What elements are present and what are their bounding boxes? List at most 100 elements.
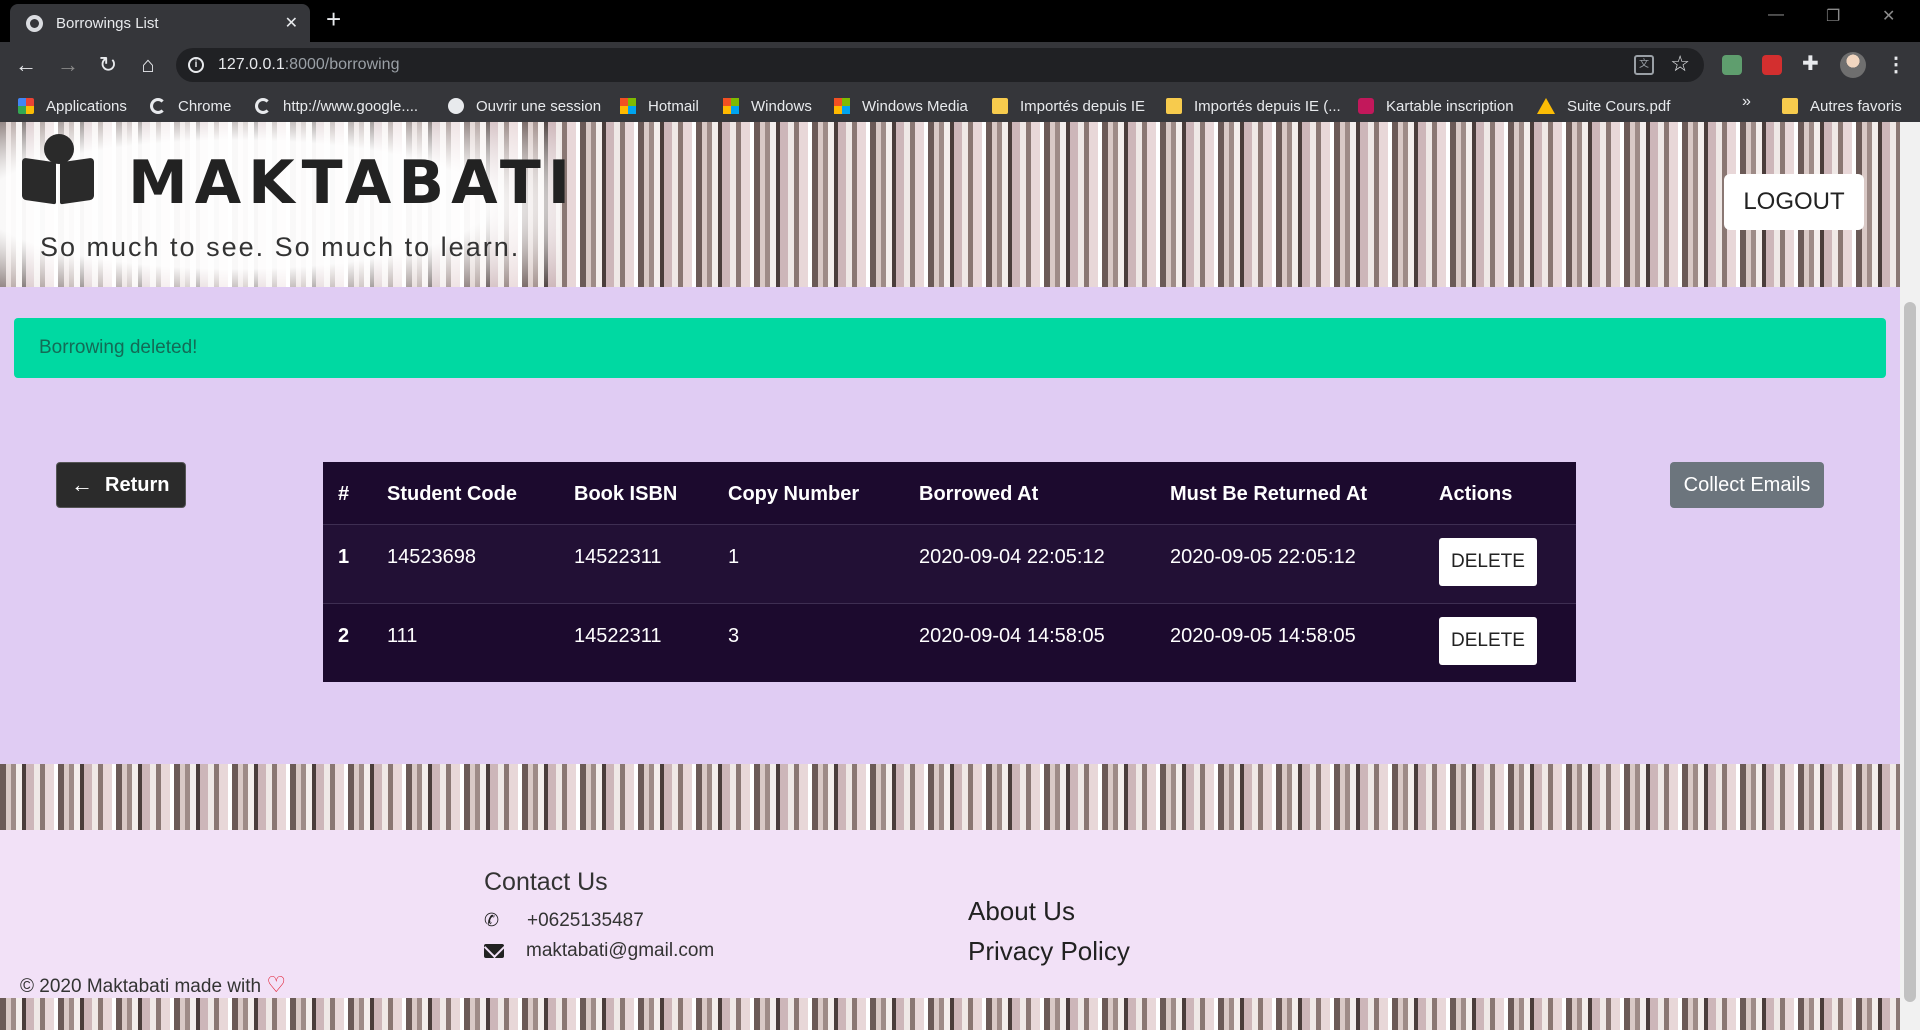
scrollbar-thumb[interactable] xyxy=(1904,302,1916,1002)
bookmark-windows[interactable]: Windows xyxy=(723,96,812,116)
bookmark-folder-ie-2[interactable]: Importés depuis IE (... xyxy=(1166,96,1341,116)
close-icon[interactable]: ✕ xyxy=(285,13,298,33)
bookmark-label: Windows Media xyxy=(862,97,968,115)
bookmark-label: Applications xyxy=(46,97,127,115)
mail-extension-icon[interactable] xyxy=(1722,55,1742,75)
profile-avatar[interactable] xyxy=(1840,52,1866,78)
table-row: 2 111 14522311 3 2020-09-04 14:58:05 202… xyxy=(323,604,1576,682)
more-menu-icon[interactable]: ⋮ xyxy=(1886,52,1906,77)
return-label: Return xyxy=(105,473,170,496)
bookmark-label: Importés depuis IE (... xyxy=(1194,97,1341,115)
translate-icon[interactable]: 文 xyxy=(1634,55,1654,75)
column-header: Borrowed At xyxy=(919,483,1039,505)
globe-icon xyxy=(26,15,43,32)
tab-title: Borrowings List xyxy=(56,15,159,32)
delete-button[interactable]: DELETE xyxy=(1439,538,1537,586)
bookmark-applications[interactable]: Applications xyxy=(18,96,127,116)
brand-name: MAKTABATI xyxy=(128,148,578,218)
tab-strip: Borrowings List ✕ + — ❐ ✕ xyxy=(0,0,1920,42)
isbn-cell: 14522311 xyxy=(574,625,662,647)
logo-book-right xyxy=(60,157,94,205)
bookmark-google[interactable]: http://www.google.... xyxy=(255,96,418,116)
column-header: Book ISBN xyxy=(574,483,678,505)
bookmark-label: http://www.google.... xyxy=(283,97,419,115)
delete-button[interactable]: DELETE xyxy=(1439,617,1537,665)
back-icon[interactable]: ← xyxy=(12,51,40,79)
bookmark-windows-media[interactable]: Windows Media xyxy=(834,96,968,116)
google-icon xyxy=(150,98,166,114)
row-index: 2 xyxy=(338,625,350,647)
bookmark-label: Autres favoris xyxy=(1810,97,1902,115)
isbn-cell: 14522311 xyxy=(574,546,662,568)
copyright-text: © 2020 Maktabati made with xyxy=(20,976,262,997)
folder-icon xyxy=(1782,98,1798,114)
logo-book-left xyxy=(22,157,56,205)
copy-number-cell: 1 xyxy=(728,546,740,568)
bookmark-label: Windows xyxy=(751,97,812,115)
vertical-scrollbar[interactable] xyxy=(1900,122,1920,1030)
return-button[interactable]: ← Return xyxy=(56,462,186,508)
borrowed-at-cell: 2020-09-04 22:05:12 xyxy=(919,546,1105,568)
reader-logo-icon xyxy=(22,134,96,205)
bookmark-label: Hotmail xyxy=(648,97,699,115)
borrowed-at-cell: 2020-09-04 14:58:05 xyxy=(919,625,1105,647)
student-code-cell: 111 xyxy=(387,625,418,647)
bookmark-session[interactable]: Ouvrir une session xyxy=(448,96,601,116)
folder-icon xyxy=(1166,98,1182,114)
envelope-icon xyxy=(484,944,504,958)
phone-number: +0625135487 xyxy=(527,910,644,931)
reload-icon[interactable]: ↻ xyxy=(94,51,122,79)
drive-icon xyxy=(1537,98,1555,114)
bookmark-label: Kartable inscription xyxy=(1386,97,1514,115)
new-tab-icon[interactable]: + xyxy=(326,6,341,32)
bookmark-other-favorites[interactable]: Autres favoris xyxy=(1782,96,1902,116)
minimize-icon[interactable]: — xyxy=(1768,6,1784,24)
bookmark-chrome[interactable]: Chrome xyxy=(150,96,231,116)
logout-button[interactable]: LOGOUT xyxy=(1724,174,1864,230)
extensions-puzzle-icon[interactable]: ✚ xyxy=(1802,51,1822,75)
bottom-banner xyxy=(0,998,1900,1030)
folder-icon xyxy=(992,98,1008,114)
windows-icon xyxy=(834,98,850,114)
column-header: Student Code xyxy=(387,483,517,505)
forward-icon[interactable]: → xyxy=(54,51,82,79)
student-code-cell: 14523698 xyxy=(387,546,476,568)
heart-icon: ♡ xyxy=(266,972,287,997)
copy-number-cell: 3 xyxy=(728,625,740,647)
arrow-left-icon: ← xyxy=(71,472,93,497)
restore-icon[interactable]: ❐ xyxy=(1826,6,1840,26)
due-at-cell: 2020-09-05 14:58:05 xyxy=(1170,625,1356,647)
browser-tab[interactable]: Borrowings List ✕ xyxy=(10,4,310,42)
column-header: Must Be Returned At xyxy=(1170,483,1368,505)
bookmark-label: Chrome xyxy=(178,97,232,115)
address-bar[interactable]: i 127.0.0.1:8000/borrowing 文 ☆ xyxy=(176,48,1704,82)
url-text[interactable]: 127.0.0.1:8000/borrowing xyxy=(218,56,399,74)
red-extension-icon[interactable] xyxy=(1762,55,1782,75)
privacy-policy-link[interactable]: Privacy Policy xyxy=(968,936,1130,967)
tagline: So much to see. So much to learn. xyxy=(40,232,521,262)
row-index: 1 xyxy=(338,546,350,568)
apps-icon xyxy=(18,98,34,114)
about-us-link[interactable]: About Us xyxy=(968,896,1075,927)
bookmarks-bar: Applications Chrome http://www.google...… xyxy=(0,88,1920,122)
email-address: maktabati@gmail.com xyxy=(526,940,715,961)
url-host: 127.0.0.1 xyxy=(218,56,285,73)
bookmark-kartable[interactable]: Kartable inscription xyxy=(1358,96,1514,116)
bookmark-label: Suite Cours.pdf xyxy=(1567,97,1671,115)
borrowings-table: # Student Code Book ISBN Copy Number Bor… xyxy=(323,462,1576,682)
home-icon[interactable]: ⌂ xyxy=(134,51,162,79)
column-header: Actions xyxy=(1439,483,1513,505)
globe-icon xyxy=(448,98,464,114)
bookmark-suite-cours[interactable]: Suite Cours.pdf xyxy=(1537,96,1670,116)
google-icon xyxy=(255,98,271,114)
bookmark-hotmail[interactable]: Hotmail xyxy=(620,96,699,116)
bookmark-folder-ie[interactable]: Importés depuis IE xyxy=(992,96,1145,116)
kartable-icon xyxy=(1358,98,1374,114)
window-close-icon[interactable]: ✕ xyxy=(1882,6,1895,26)
bookmark-star-icon[interactable]: ☆ xyxy=(1670,51,1690,77)
column-header: Copy Number xyxy=(728,483,860,505)
chevron-double-right-icon[interactable]: » xyxy=(1742,93,1751,111)
info-icon[interactable]: i xyxy=(188,57,204,73)
phone-icon: ✆ xyxy=(484,910,500,930)
collect-emails-button[interactable]: Collect Emails xyxy=(1670,462,1824,508)
